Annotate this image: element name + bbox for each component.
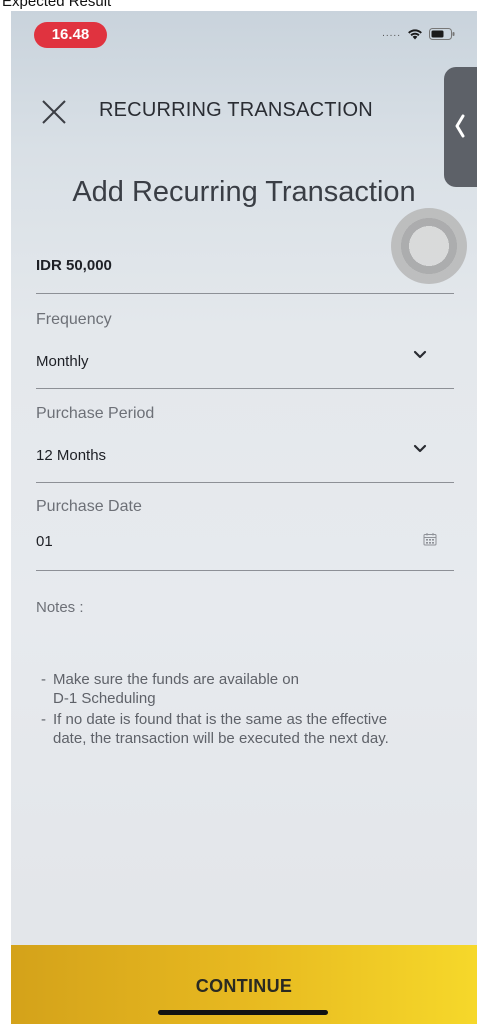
divider bbox=[36, 570, 454, 571]
note-item: - Make sure the funds are available on D… bbox=[41, 670, 299, 708]
note-line: D-1 Scheduling bbox=[53, 690, 156, 707]
divider bbox=[36, 482, 454, 483]
divider bbox=[36, 293, 454, 294]
purchase-period-select[interactable]: Purchase Period 12 Months bbox=[36, 405, 454, 469]
note-line: Make sure the funds are available on bbox=[53, 671, 299, 688]
phone-screen: 16.48 ..... RECURRING TRANSACTION Add Re… bbox=[11, 11, 477, 1024]
frequency-select[interactable]: Frequency Monthly bbox=[36, 311, 454, 375]
divider bbox=[36, 388, 454, 389]
amount-value: IDR 50,000 bbox=[36, 257, 112, 274]
purchase-period-label: Purchase Period bbox=[36, 405, 155, 422]
close-icon[interactable] bbox=[37, 95, 71, 129]
assistive-touch-button[interactable] bbox=[391, 208, 467, 284]
battery-icon bbox=[429, 28, 455, 40]
chevron-down-icon bbox=[413, 347, 427, 365]
status-time: 16.48 bbox=[34, 22, 107, 48]
signal-dots: ..... bbox=[382, 28, 401, 39]
note-item: - If no date is found that is the same a… bbox=[41, 710, 389, 748]
note-bullet: - bbox=[41, 671, 46, 688]
purchase-date-label: Purchase Date bbox=[36, 498, 142, 515]
continue-button[interactable]: CONTINUE bbox=[11, 945, 477, 1024]
continue-button-label: CONTINUE bbox=[195, 976, 293, 996]
page-title: Add Recurring Transaction bbox=[72, 176, 416, 208]
purchase-date-field[interactable]: Purchase Date 01 bbox=[36, 498, 454, 558]
calendar-icon[interactable] bbox=[423, 532, 437, 551]
header-title: RECURRING TRANSACTION bbox=[99, 99, 373, 121]
home-indicator bbox=[158, 1010, 328, 1015]
status-icons: ..... bbox=[382, 26, 455, 42]
notes-label: Notes : bbox=[36, 599, 84, 616]
frequency-label: Frequency bbox=[36, 311, 112, 328]
note-line: If no date is found that is the same as … bbox=[53, 711, 388, 728]
chevron-down-icon bbox=[413, 441, 427, 459]
note-bullet: - bbox=[41, 711, 46, 728]
frequency-value: Monthly bbox=[36, 353, 89, 370]
purchase-date-value: 01 bbox=[36, 533, 53, 550]
screenshot-caption: Expected Result bbox=[2, 0, 112, 10]
wifi-icon bbox=[407, 28, 423, 40]
purchase-period-value: 12 Months bbox=[36, 447, 107, 464]
note-line: date, the transaction will be executed t… bbox=[53, 730, 389, 747]
chevron-left-icon bbox=[453, 113, 467, 144]
side-drawer-handle[interactable] bbox=[444, 67, 477, 187]
